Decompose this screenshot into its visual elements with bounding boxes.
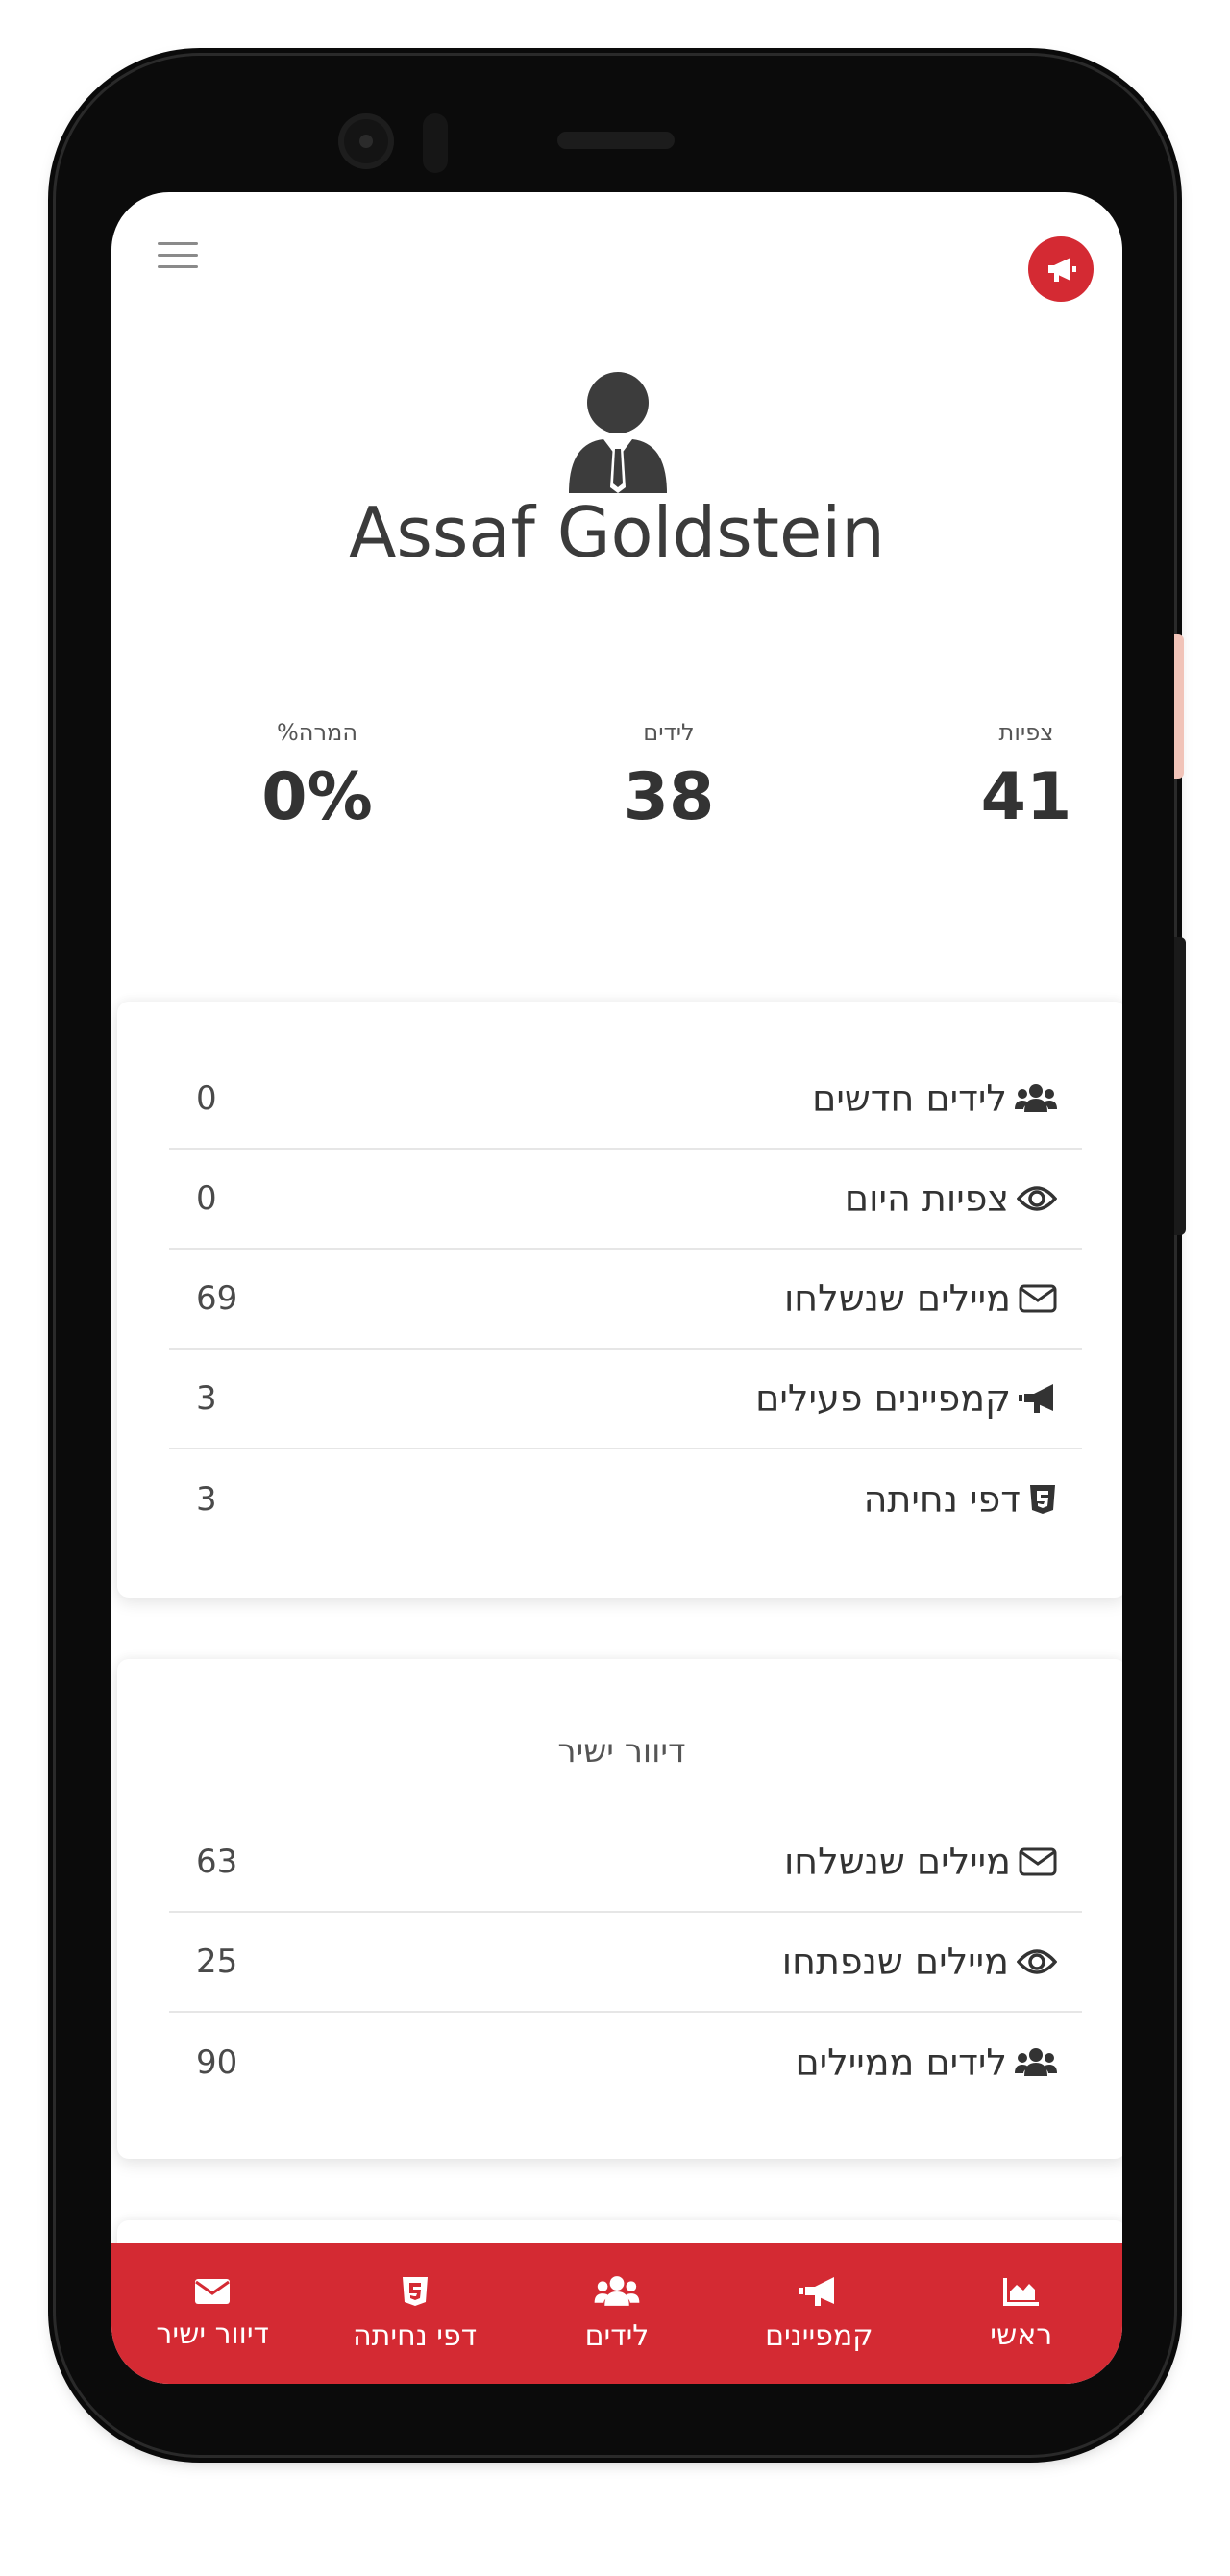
phone-side-button xyxy=(1174,634,1184,779)
summary-row-views-today[interactable]: 0 צפיות היום xyxy=(169,1150,1082,1250)
row-value: 0 xyxy=(196,1179,217,1218)
nav-item-leads[interactable]: לידים xyxy=(521,2275,713,2353)
nav-label: דיוור ישיר xyxy=(156,2316,269,2351)
direct-mail-card: דיוור ישיר 63 מיילים שנשלחו 25 מיילים שנ… xyxy=(117,1659,1122,2159)
stat-leads-label: לידים xyxy=(643,719,695,746)
bullhorn-icon xyxy=(1019,1384,1053,1413)
chart-area-icon xyxy=(1002,2277,1039,2306)
phone-sensor xyxy=(423,113,448,173)
envelope-icon xyxy=(1019,1284,1057,1313)
stat-conversion: המרה% 0% xyxy=(202,719,432,835)
row-label: לידים חדשים xyxy=(812,1077,1007,1120)
bullhorn-icon xyxy=(1048,258,1076,282)
stat-views-label: צפיות xyxy=(998,719,1054,746)
user-tie-icon xyxy=(569,372,667,493)
phone-speaker xyxy=(557,132,675,149)
html5-icon xyxy=(402,2276,428,2306)
summary-row-emails-sent[interactable]: 69 מיילים שנשלחו xyxy=(169,1250,1082,1350)
envelope-icon xyxy=(195,2278,231,2304)
row-value: 25 xyxy=(196,1943,238,1981)
row-value: 63 xyxy=(196,1843,238,1881)
row-label: לידים ממיילים xyxy=(795,2042,1007,2084)
stat-leads-value: 38 xyxy=(623,759,715,835)
stat-leads: לידים 38 xyxy=(554,719,784,835)
summary-row-new-leads[interactable]: 0 לידים חדשים xyxy=(169,1050,1082,1150)
phone-camera xyxy=(338,113,394,169)
notifications-button[interactable] xyxy=(1028,236,1094,302)
direct-mail-row-leads[interactable]: 90 לידים ממיילים xyxy=(169,2013,1082,2113)
row-value: 69 xyxy=(196,1279,238,1318)
row-label: קמפיינים פעילים xyxy=(755,1377,1011,1420)
bottom-nav: ראשי קמפיינים לידים דפי נחיתה דיוור ישיר xyxy=(111,2243,1122,2384)
row-label: מיילים שנשלחו xyxy=(783,1277,1011,1320)
row-value: 3 xyxy=(196,1379,217,1418)
stat-views-value: 41 xyxy=(980,759,1072,835)
row-label: צפיות היום xyxy=(844,1177,1009,1220)
phone-power-button xyxy=(1174,937,1186,1235)
user-name: Assaf Goldstein xyxy=(349,492,885,573)
app-screen: Assaf Goldstein צפיות 41 לידים 38 המרה% … xyxy=(111,192,1122,2384)
users-icon xyxy=(594,2275,640,2306)
html5-icon xyxy=(1030,1485,1055,1514)
row-label: מיילים שנשלחו xyxy=(783,1841,1011,1883)
envelope-icon xyxy=(1019,1847,1057,1876)
hamburger-icon[interactable] xyxy=(158,238,198,273)
nav-label: לידים xyxy=(584,2318,650,2353)
summary-card: 0 לידים חדשים 0 צפיות היום 69 מיילים שנש… xyxy=(117,1002,1122,1598)
row-value: 0 xyxy=(196,1079,217,1118)
stat-views: צפיות 41 xyxy=(911,719,1122,835)
users-icon xyxy=(1015,1084,1057,1112)
nav-item-landing-pages[interactable]: דפי נחיתה xyxy=(319,2275,511,2353)
row-label: דפי נחיתה xyxy=(863,1478,1021,1521)
row-value: 90 xyxy=(196,2043,238,2082)
row-label: מיילים שנפתחו xyxy=(781,1941,1009,1983)
nav-label: קמפיינים xyxy=(765,2318,873,2353)
stat-conversion-value: 0% xyxy=(261,759,373,835)
nav-item-home[interactable]: ראשי xyxy=(925,2276,1118,2352)
bullhorn-icon xyxy=(800,2276,835,2306)
eye-icon xyxy=(1017,1186,1057,1211)
nav-item-direct-mail[interactable]: דיוור ישיר xyxy=(116,2277,308,2351)
row-value: 3 xyxy=(196,1480,217,1519)
stat-conversion-label: המרה% xyxy=(276,719,357,746)
direct-mail-title: דיוור ישיר xyxy=(557,1732,686,1771)
nav-item-campaigns[interactable]: קמפיינים xyxy=(723,2275,915,2353)
users-icon xyxy=(1015,2048,1057,2076)
direct-mail-row-opened[interactable]: 25 מיילים שנפתחו xyxy=(169,1913,1082,2013)
summary-row-landing-pages[interactable]: 3 דפי נחיתה xyxy=(169,1449,1082,1549)
direct-mail-row-sent[interactable]: 63 מיילים שנשלחו xyxy=(169,1813,1082,1913)
nav-label: דפי נחיתה xyxy=(353,2318,478,2353)
nav-label: ראשי xyxy=(990,2317,1053,2352)
eye-icon xyxy=(1017,1949,1057,1974)
summary-row-active-campaigns[interactable]: 3 קמפיינים פעילים xyxy=(169,1350,1082,1449)
